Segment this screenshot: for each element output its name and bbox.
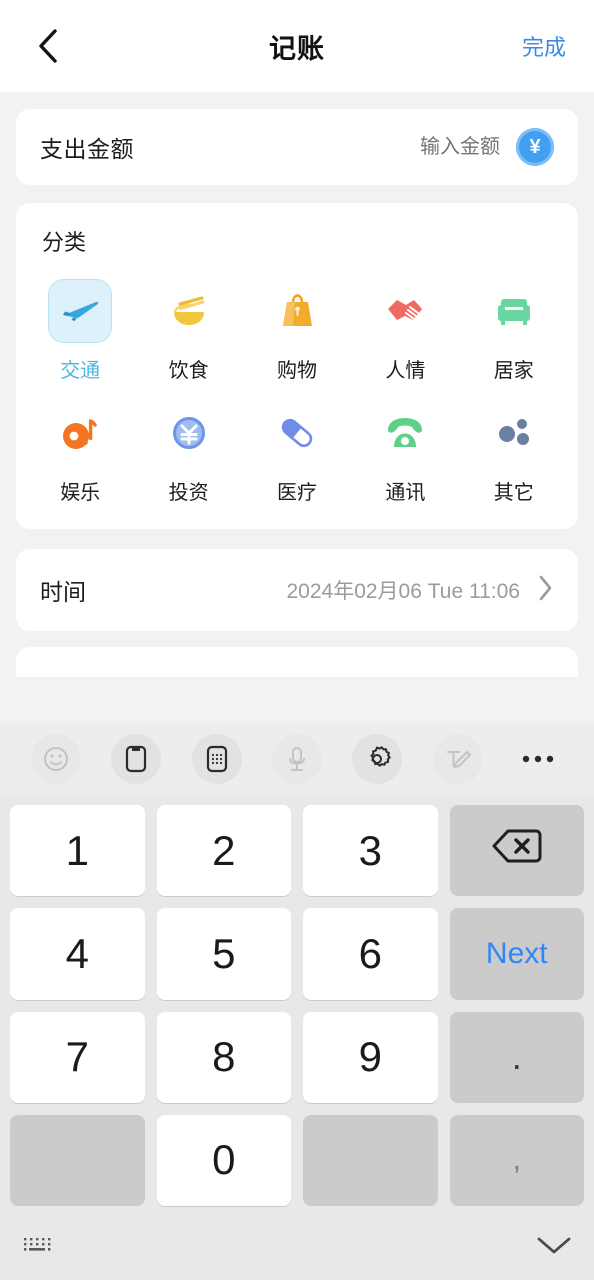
category-item-home[interactable]: 居家	[460, 279, 568, 383]
armchair-icon	[482, 279, 546, 343]
noodle-bowl-icon	[157, 279, 221, 343]
gear-icon	[352, 734, 403, 784]
music-record-icon	[48, 401, 112, 465]
amount-input-group: ¥	[350, 128, 554, 166]
amount-label: 支出金额	[40, 136, 134, 162]
done-button[interactable]: 完成	[520, 24, 568, 68]
key-decimal-point[interactable]: .	[449, 1011, 584, 1103]
backspace-icon	[491, 827, 543, 875]
category-item-social[interactable]: 人情	[351, 279, 459, 383]
keyboard-tool-numpad[interactable]	[177, 734, 257, 784]
keyboard-switch-icon	[22, 1234, 56, 1261]
category-title: 分类	[42, 230, 87, 255]
hide-keyboard-button[interactable]	[536, 1234, 572, 1261]
page-title: 记账	[269, 33, 325, 64]
shopping-bag-icon	[265, 279, 329, 343]
microphone-icon	[271, 734, 322, 784]
three-dots-icon	[482, 401, 546, 465]
yen-circle-icon[interactable]: ¥	[516, 128, 554, 166]
category-label: 人情	[385, 360, 426, 382]
keyboard-tool-more[interactable]	[498, 734, 578, 784]
amount-input[interactable]	[350, 135, 500, 159]
currency-symbol: ¥	[529, 136, 541, 158]
keyboard-tool-clipboard[interactable]	[96, 734, 176, 784]
category-label: 医疗	[276, 482, 317, 504]
category-card: 分类 交通 饮食 购物 人情 居家 娱乐 投资 医疗 通讯 其它	[16, 203, 578, 529]
category-item-food[interactable]: 饮食	[134, 279, 242, 383]
emoji-icon	[31, 734, 82, 784]
category-label: 饮食	[168, 360, 209, 382]
key-next[interactable]: Next	[449, 908, 584, 1000]
yen-coin-icon	[157, 401, 221, 465]
category-label: 通讯	[385, 482, 426, 504]
handwriting-icon	[432, 734, 483, 784]
category-label: 投资	[168, 482, 209, 504]
key-blank-right	[303, 1114, 438, 1206]
key-8[interactable]: 8	[156, 1011, 291, 1103]
category-grid: 交通 饮食 购物 人情 居家 娱乐 投资 医疗 通讯 其它	[26, 279, 568, 505]
telephone-icon	[373, 401, 437, 465]
key-7[interactable]: 7	[10, 1011, 145, 1103]
time-value-group: 2024年02月06 Tue 11:06	[286, 574, 554, 607]
key-3[interactable]: 3	[303, 805, 438, 897]
chevron-down-icon	[536, 1234, 572, 1261]
keypad-grid: 1 2 3 4 5 6 Next 7 8 9 . 0 ,	[0, 795, 594, 1214]
keyboard-bottom-bar	[0, 1214, 594, 1280]
category-item-shopping[interactable]: 购物	[243, 279, 351, 383]
category-item-other[interactable]: 其它	[460, 401, 568, 505]
key-comma[interactable]: ,	[449, 1114, 584, 1206]
keyboard-tool-microphone[interactable]	[257, 734, 337, 784]
key-0[interactable]: 0	[156, 1114, 291, 1206]
key-1[interactable]: 1	[10, 805, 145, 897]
airplane-icon	[48, 279, 113, 343]
category-item-communication[interactable]: 通讯	[351, 401, 459, 505]
category-label: 娱乐	[60, 482, 101, 504]
category-item-investment[interactable]: 投资	[134, 401, 242, 505]
app-screen: 记账 完成 支出金额 ¥ 分类 交通	[0, 0, 594, 723]
keyboard-toolbar	[0, 723, 594, 795]
app-header: 记账 完成	[0, 0, 594, 92]
back-button[interactable]	[26, 24, 70, 68]
chevron-left-icon	[37, 28, 59, 64]
key-4[interactable]: 4	[10, 908, 145, 1000]
category-label: 其它	[493, 482, 534, 504]
numpad-icon	[191, 734, 242, 784]
time-label: 时间	[40, 579, 86, 605]
category-item-medical[interactable]: 医疗	[243, 401, 351, 505]
category-item-entertainment[interactable]: 娱乐	[26, 401, 134, 505]
category-label: 交通	[60, 360, 101, 382]
clipboard-icon	[111, 734, 162, 784]
key-blank-left	[10, 1114, 145, 1206]
next-card-peek	[16, 647, 578, 677]
key-5[interactable]: 5	[156, 908, 291, 1000]
keyboard-tool-emoji[interactable]	[16, 734, 96, 784]
chevron-right-icon	[538, 574, 554, 607]
category-item-transport[interactable]: 交通	[26, 279, 134, 383]
category-label: 居家	[493, 360, 534, 382]
key-6[interactable]: 6	[303, 908, 438, 1000]
handshake-icon	[373, 279, 437, 343]
keyboard-tool-handwriting[interactable]	[417, 734, 497, 784]
time-value: 2024年02月06 Tue 11:06	[286, 580, 520, 603]
more-dots-icon	[513, 734, 563, 784]
amount-card: 支出金额 ¥	[16, 109, 578, 185]
key-9[interactable]: 9	[303, 1011, 438, 1103]
keyboard-tool-settings[interactable]	[337, 734, 417, 784]
time-row[interactable]: 时间 2024年02月06 Tue 11:06	[16, 549, 578, 631]
capsule-pill-icon	[265, 401, 329, 465]
keyboard-panel: 1 2 3 4 5 6 Next 7 8 9 . 0 ,	[0, 723, 594, 1280]
key-backspace[interactable]	[449, 805, 584, 897]
key-2[interactable]: 2	[156, 805, 291, 897]
category-label: 购物	[276, 360, 317, 382]
keyboard-switch-button[interactable]	[22, 1234, 56, 1261]
